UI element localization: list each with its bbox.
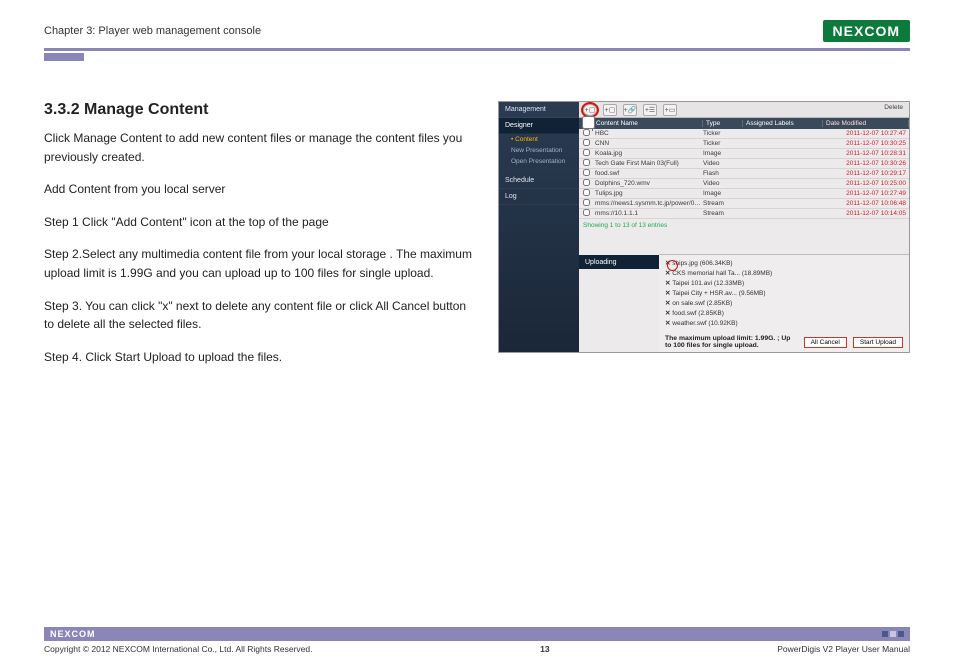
cell-name: Tulips.jpg [593,190,703,197]
delete-link[interactable]: Delete [884,104,903,111]
cell-type: Ticker [703,140,743,147]
table-header: Content Name Type Assigned Labels Date M… [579,118,909,129]
footer-deco-icon [882,631,904,637]
uploading-pane: Uploading ships.jpg (606.34KB) CKS memor… [659,254,909,352]
toolbar-icon-4[interactable]: +☰ [643,104,657,116]
cell-type: Video [703,180,743,187]
row-checkbox[interactable] [583,149,590,156]
sidebar-item-schedule[interactable]: Schedule [499,173,579,189]
row-checkbox[interactable] [583,209,590,216]
cell-name: Koala.jpg [593,150,703,157]
cell-type: Image [703,190,743,197]
upload-item[interactable]: food.swf (2.85KB) [665,309,903,319]
cell-date: 2011-12-07 10:28:31 [823,150,909,157]
para-step4: Step 4. Click Start Upload to upload the… [44,348,474,367]
toolbar-icon-5[interactable]: +▭ [663,104,677,116]
upload-limit-text: The maximum upload limit: 1.99G. ; Up to… [665,335,798,349]
cell-date: 2011-12-07 10:27:47 [823,130,909,137]
footer-bar: NEXCOM [44,627,910,641]
para-step1: Step 1 Click "Add Content" icon at the t… [44,213,474,232]
cell-date: 2011-12-07 10:25:00 [823,180,909,187]
cell-name: CNN [593,140,703,147]
table-row[interactable]: food.swfFlash 2011-12-07 10:29:17 [579,169,909,179]
uploading-tab[interactable]: Uploading [579,255,659,269]
cell-date: 2011-12-07 10:29:17 [823,170,909,177]
cell-type: Ticker [703,130,743,137]
section-title: 3.3.2 Manage Content [44,101,474,119]
table-row[interactable]: mms://10.1.1.1Stream 2011-12-07 10:14:05 [579,209,909,219]
para-intro: Click Manage Content to add new content … [44,129,474,166]
para-sub: Add Content from you local server [44,180,474,199]
header-rule [44,48,910,51]
row-checkbox[interactable] [583,159,590,166]
upload-list: ships.jpg (606.34KB) CKS memorial hall T… [659,255,909,331]
upload-item[interactable]: Taipei City + HSR.av... (9.56MB) [665,289,903,299]
th-name[interactable]: Content Name [593,120,703,127]
all-cancel-button[interactable]: All Cancel [804,337,847,348]
table-row[interactable]: Tulips.jpgImage 2011-12-07 10:27:49 [579,189,909,199]
th-labels[interactable]: Assigned Labels [743,120,823,127]
cell-name: food.swf [593,170,703,177]
table-row[interactable]: mms://news1.sysmm.tc.jp/power/06/Diathek… [579,199,909,209]
cell-date: 2011-12-07 10:30:26 [823,160,909,167]
cell-type: Flash [703,170,743,177]
cell-name: Tech Gate First Main 03(Full) [593,160,703,167]
table-row[interactable]: CNNTicker 2011-12-07 10:30:25 [579,139,909,149]
row-checkbox[interactable] [583,179,590,186]
showing-label: Showing 1 to 13 of 13 entries [579,219,909,232]
row-checkbox[interactable] [583,169,590,176]
copyright-text: Copyright © 2012 NEXCOM International Co… [44,644,312,654]
cell-type: Stream [703,210,743,217]
header-rule-tab [44,53,84,61]
row-checkbox[interactable] [583,139,590,146]
upload-item[interactable]: Taipei 101.avi (12.33MB) [665,279,903,289]
sidebar-item-designer[interactable]: Designer [499,118,579,134]
table-row[interactable]: Dolphins_720.wmvVideo 2011-12-07 10:25:00 [579,179,909,189]
cell-date: 2011-12-07 10:14:05 [823,210,909,217]
toolbar-icon-3[interactable]: +🔗 [623,104,637,116]
cell-date: 2011-12-07 10:30:25 [823,140,909,147]
cell-type: Image [703,150,743,157]
app-screenshot: Management Designer • Content New Presen… [498,101,910,353]
start-upload-button[interactable]: Start Upload [853,337,903,348]
cell-name: mms://news1.sysmm.tc.jp/power/06/Diathek… [593,200,703,207]
sidebar-sub-content[interactable]: • Content [499,134,579,145]
row-checkbox[interactable] [583,199,590,206]
upload-item[interactable]: weather.swf (10.92KB) [665,319,903,329]
sidebar-item-management[interactable]: Management [499,102,579,118]
cell-type: Video [703,160,743,167]
chapter-label: Chapter 3: Player web management console [44,25,261,37]
cell-date: 2011-12-07 10:27:49 [823,190,909,197]
cell-type: Stream [703,200,743,207]
delete-highlight-icon [667,260,678,271]
add-content-icon[interactable]: +▢ [583,104,597,116]
cell-name: HBC [593,130,703,137]
cell-date: 2011-12-07 10:06:48 [823,200,909,207]
row-checkbox[interactable] [583,189,590,196]
cell-name: mms://10.1.1.1 [593,210,703,217]
brand-logo: NEXCOM [823,20,910,42]
table-row[interactable]: Tech Gate First Main 03(Full)Video 2011-1… [579,159,909,169]
toolbar-icon-2[interactable]: +▢ [603,104,617,116]
th-type[interactable]: Type [703,120,743,127]
content-toolbar: +▢ +▢ +🔗 +☰ +▭ Delete [579,102,909,118]
upload-item[interactable]: CKS memorial hall Ta... (18.89MB) [665,269,903,279]
upload-item[interactable]: ships.jpg (606.34KB) [665,259,903,269]
para-step2: Step 2.Select any multimedia content fil… [44,245,474,282]
table-body: HBCTicker 2011-12-07 10:27:47 CNNTicker 201… [579,129,909,219]
sidebar-item-log[interactable]: Log [499,189,579,205]
table-row[interactable]: Koala.jpgImage 2011-12-07 10:28:31 [579,149,909,159]
sidebar: Management Designer • Content New Presen… [499,102,579,352]
footer-logo: NEXCOM [50,629,96,639]
cell-name: Dolphins_720.wmv [593,180,703,187]
sidebar-sub-newpres[interactable]: New Presentation [499,145,579,156]
page-number: 13 [540,644,549,654]
th-date[interactable]: Date Modified [823,120,909,127]
upload-item[interactable]: on sale.swf (2.85KB) [665,299,903,309]
sidebar-sub-openpres[interactable]: Open Presentation [499,156,579,167]
manual-title: PowerDigis V2 Player User Manual [777,644,910,654]
row-checkbox[interactable] [583,129,590,136]
table-row[interactable]: HBCTicker 2011-12-07 10:27:47 [579,129,909,139]
para-step3: Step 3. You can click "x" next to delete… [44,297,474,334]
